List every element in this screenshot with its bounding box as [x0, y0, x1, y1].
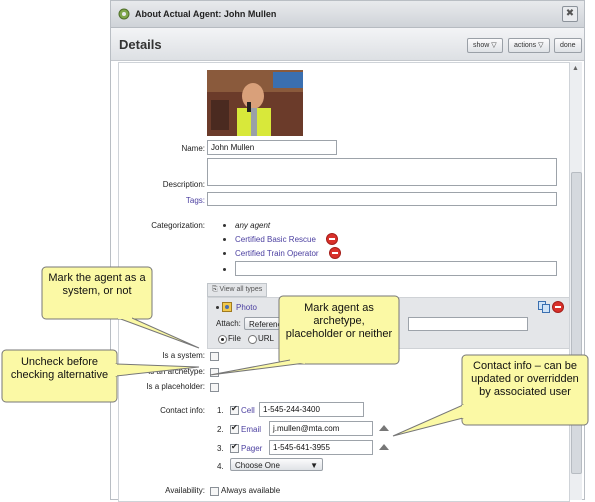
attach-input[interactable] — [408, 317, 528, 331]
description-input[interactable] — [207, 158, 557, 186]
always-available-checkbox[interactable] — [210, 487, 219, 496]
contact-type-email[interactable]: Email — [241, 425, 261, 434]
availability-label: Availability: — [165, 486, 205, 495]
scrollbar-thumb[interactable] — [571, 172, 582, 474]
details-header: Details show ▽ actions ▽ done — [111, 28, 584, 61]
bullet — [216, 306, 219, 309]
choose-one-label: Choose One — [235, 461, 280, 470]
is-placeholder-label: Is a placeholder: — [146, 382, 205, 391]
file-radio[interactable] — [218, 335, 227, 344]
close-button[interactable]: ✖ — [562, 6, 578, 22]
contact-pager-input[interactable]: 1-545-641-3955 — [269, 440, 373, 455]
photo-link[interactable]: Photo — [236, 303, 257, 312]
page-title: Details — [119, 37, 162, 52]
category-any-agent: any agent — [235, 221, 271, 230]
chevron-down-icon: ▼ — [310, 461, 318, 470]
contact-email-input[interactable]: j.mullen@mta.com — [269, 421, 373, 436]
agent-window: About Actual Agent: John Mullen ✖ Detail… — [110, 0, 585, 502]
remove-icon[interactable] — [326, 233, 338, 245]
done-button[interactable]: done — [554, 38, 582, 53]
contact-info-label: Contact info: — [160, 406, 205, 415]
contact-pager-checkbox[interactable] — [230, 442, 239, 453]
close-icon: ✖ — [565, 8, 575, 19]
is-archetype-checkbox[interactable] — [210, 368, 219, 377]
contact-number: 1. — [217, 406, 224, 415]
scroll-up-icon[interactable]: ▲ — [571, 64, 580, 73]
contact-cell-checkbox[interactable] — [230, 404, 239, 415]
bullet — [223, 238, 226, 241]
category-train-operator[interactable]: Certified Train Operator — [235, 249, 319, 258]
bullet — [223, 268, 226, 271]
categorization-label: Categorization: — [151, 221, 205, 230]
contact-cell-input[interactable]: 1-545-244-3400 — [259, 402, 364, 417]
is-system-label: Is a system: — [162, 351, 205, 360]
new-category-input[interactable] — [235, 261, 557, 276]
override-icon[interactable] — [379, 425, 389, 431]
bullet — [223, 224, 226, 227]
actions-button[interactable]: actions ▽ — [508, 38, 550, 53]
agent-photo — [207, 70, 303, 136]
gear-icon — [118, 8, 130, 20]
callout-contact-text: Contact info – can be updated or overrid… — [471, 360, 579, 398]
copy-icon[interactable] — [538, 301, 550, 313]
contact-type-select[interactable]: Choose One ▼ — [230, 458, 323, 471]
file-label: File — [228, 334, 241, 343]
name-label: Name: — [181, 144, 205, 153]
view-all-types-button[interactable]: ⎘ View all types — [207, 283, 268, 297]
window-title: About Actual Agent: John Mullen — [135, 9, 277, 19]
contact-type-pager[interactable]: Pager — [241, 444, 262, 453]
photo-icon — [222, 302, 232, 312]
callout-uncheck-text: Uncheck before checking alternative — [10, 356, 109, 381]
name-input[interactable]: John Mullen — [207, 140, 337, 155]
remove-icon[interactable] — [552, 301, 564, 313]
view-all-types-label: View all types — [219, 286, 263, 293]
details-form: Name: John Mullen Description: Tags: Cat… — [118, 62, 570, 502]
scrollbar[interactable]: ▲ — [569, 62, 582, 500]
contact-type-cell[interactable]: Cell — [241, 406, 255, 415]
tags-input[interactable] — [207, 192, 557, 206]
show-button[interactable]: show ▽ — [467, 38, 503, 53]
is-archetype-label: Is an archetype: — [148, 367, 205, 376]
bullet — [223, 252, 226, 255]
remove-icon[interactable] — [329, 247, 341, 259]
list-icon: ⎘ — [212, 286, 220, 293]
is-placeholder-checkbox[interactable] — [210, 383, 219, 392]
category-basic-rescue[interactable]: Certified Basic Rescue — [235, 235, 316, 244]
callout-archetype-text: Mark agent as archetype, placeholder or … — [285, 302, 393, 340]
description-label: Description: — [162, 180, 205, 189]
url-radio[interactable] — [248, 335, 257, 344]
contact-number: 4. — [217, 462, 224, 471]
contact-number: 2. — [217, 425, 224, 434]
callout-system-text: Mark the agent as a system, or not — [48, 272, 146, 297]
override-icon[interactable] — [379, 444, 389, 450]
title-bar: About Actual Agent: John Mullen ✖ — [111, 1, 584, 28]
always-available-label: Always available — [221, 486, 281, 495]
contact-email-checkbox[interactable] — [230, 423, 239, 434]
contact-number: 3. — [217, 444, 224, 453]
attach-label: Attach: — [216, 319, 241, 328]
tags-label[interactable]: Tags: — [119, 196, 205, 205]
is-system-checkbox[interactable] — [210, 352, 219, 361]
url-label: URL — [258, 334, 275, 343]
